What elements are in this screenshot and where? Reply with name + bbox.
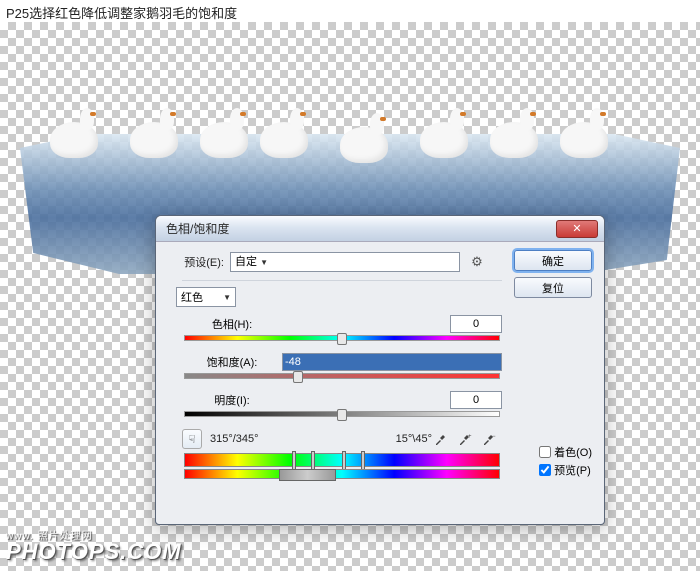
hand-tool-icon[interactable]: ☟ [182,429,202,449]
lightness-label: 明度(I): [182,392,282,408]
degrees-left: 315°/345° [210,433,259,445]
eyedropper-plus-icon[interactable]: + [456,430,474,448]
colorize-checkbox[interactable]: 着色(O) [539,444,592,460]
preset-label: 预设(E): [170,254,224,270]
hue-label: 色相(H): [182,316,282,332]
canvas-area: 色相/饱和度 ✕ 确定 复位 预设(E): 自定 ▼ ⚙ 红色 ▼ [0,22,700,571]
color-range-bar-bottom [184,469,500,479]
color-range-bar-top[interactable] [184,453,500,467]
svg-text:−: − [492,434,496,440]
goose [560,122,608,158]
saturation-label: 饱和度(A): [182,354,282,370]
preset-dropdown[interactable]: 自定 ▼ [230,252,460,272]
lightness-slider[interactable] [184,411,500,421]
goose [490,122,538,158]
watermark: www. 照片处理网 PHOTOPS.COM [6,527,182,565]
colorize-check[interactable] [539,446,551,458]
preview-check[interactable] [539,464,551,476]
dialog-title: 色相/饱和度 [166,220,556,237]
svg-text:+: + [468,434,472,440]
lightness-input[interactable]: 0 [450,391,502,409]
goose [130,122,178,158]
goose [340,127,388,163]
saturation-input[interactable]: -48 [282,353,502,371]
degrees-right: 15°\45° [396,433,432,445]
channel-dropdown[interactable]: 红色 ▼ [176,287,236,307]
goose [260,122,308,158]
saturation-slider[interactable] [184,373,500,383]
watermark-big: PHOTOPS.COM [6,539,182,564]
preview-checkbox[interactable]: 预览(P) [539,462,592,478]
eyedropper-minus-icon[interactable]: − [480,430,498,448]
hue-input[interactable]: 0 [450,315,502,333]
hue-saturation-dialog: 色相/饱和度 ✕ 确定 复位 预设(E): 自定 ▼ ⚙ 红色 ▼ [155,215,605,525]
gear-icon[interactable]: ⚙ [468,253,486,271]
goose [50,122,98,158]
cancel-button[interactable]: 复位 [514,277,592,298]
preset-value: 自定 [235,256,257,268]
channel-value: 红色 [181,289,203,305]
close-button[interactable]: ✕ [556,220,598,238]
preview-label: 预览(P) [554,462,591,478]
eyedropper-icon[interactable] [432,430,450,448]
chevron-down-icon: ▼ [223,293,231,302]
ok-button[interactable]: 确定 [514,250,592,271]
colorize-label: 着色(O) [554,444,592,460]
dialog-titlebar[interactable]: 色相/饱和度 ✕ [156,216,604,242]
goose [420,122,468,158]
goose [200,122,248,158]
chevron-down-icon: ▼ [260,258,268,267]
hue-slider[interactable] [184,335,500,345]
